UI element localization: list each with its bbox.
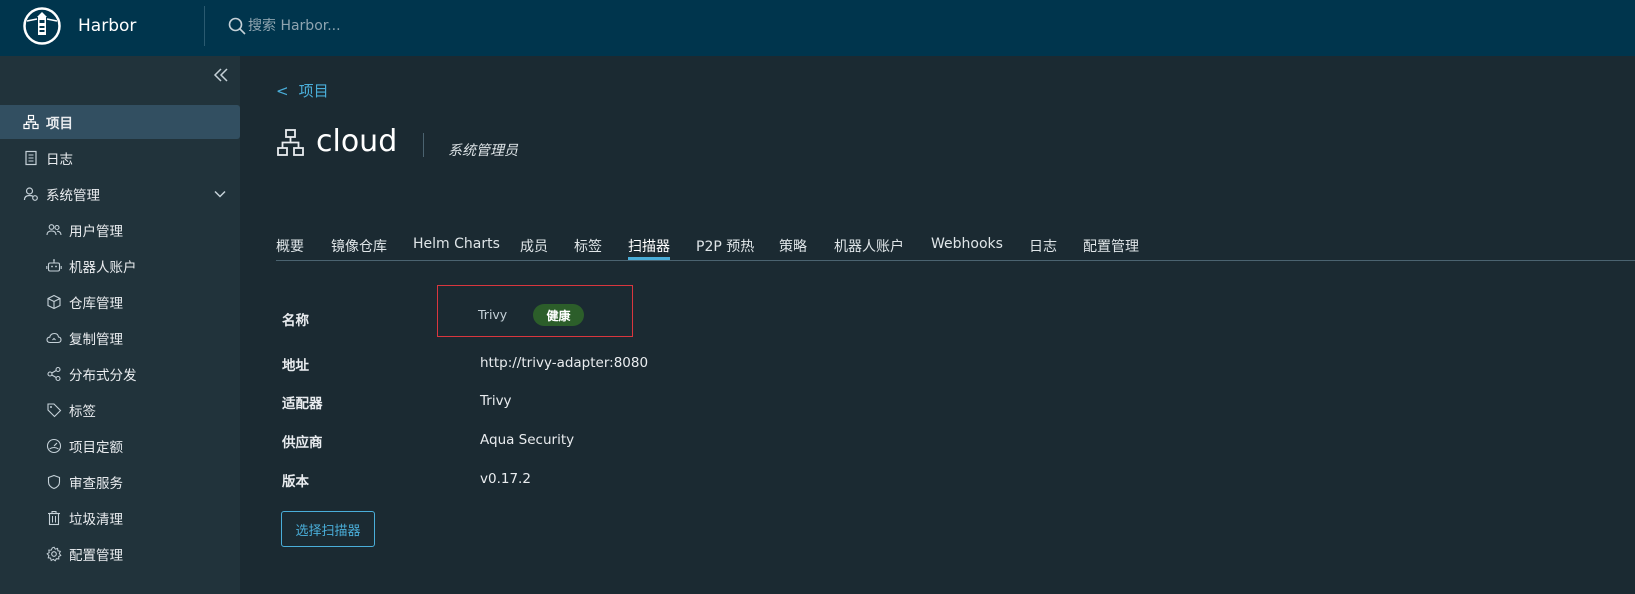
chevron-left-icon: < [276, 82, 289, 100]
tab-p2p-preheat[interactable]: P2P 预热 [696, 236, 754, 256]
project-icon [277, 129, 304, 156]
name-label: 名称 [282, 313, 309, 329]
sidebar-item-label: 用户管理 [69, 224, 123, 240]
sidebar-item-administration[interactable]: 系统管理 [0, 177, 240, 211]
sidebar-item-label: 系统管理 [46, 188, 100, 204]
role-label: 系统管理员 [448, 143, 518, 159]
sidebar-item-robot-accounts[interactable]: 机器人账户 [0, 249, 240, 283]
shield-icon [47, 474, 61, 490]
tab-labels[interactable]: 标签 [574, 236, 602, 256]
gauge-icon [46, 438, 62, 454]
tab-logs[interactable]: 日志 [1029, 236, 1057, 256]
vendor-label: 供应商 [282, 435, 323, 451]
tab-members[interactable]: 成员 [520, 236, 548, 256]
back-link-label: 项目 [298, 82, 329, 100]
brand-name: Harbor [78, 16, 137, 36]
tab-summary[interactable]: 概要 [276, 236, 304, 256]
app-header: Harbor [0, 0, 1635, 56]
sidebar-item-label: 项目 [46, 116, 73, 132]
adapter-label: 适配器 [282, 396, 323, 412]
scanner-name: Trivy [478, 307, 508, 322]
sidebar-item-label: 仓库管理 [69, 296, 123, 312]
sidebar-item-label: 配置管理 [69, 548, 123, 564]
tab-robot-accounts[interactable]: 机器人账户 [834, 236, 904, 256]
sidebar-item-label: 机器人账户 [69, 260, 137, 276]
gear-icon [46, 546, 62, 562]
share-icon [47, 366, 61, 382]
health-status-badge: 健康 [533, 304, 584, 326]
tab-configuration[interactable]: 配置管理 [1083, 236, 1139, 256]
back-to-projects-link[interactable]: < 项目 [276, 80, 329, 101]
sidebar-item-label: 分布式分发 [69, 368, 137, 384]
sidebar-item-distributions[interactable]: 分布式分发 [0, 357, 240, 391]
robot-icon [46, 259, 62, 272]
page-title: cloud [316, 124, 398, 159]
sidebar-item-label: 复制管理 [69, 332, 123, 348]
chevron-down-icon[interactable] [213, 187, 227, 201]
search-input[interactable] [248, 15, 508, 37]
admin-icon [23, 187, 38, 201]
sidebar-item-label: 审查服务 [69, 476, 123, 492]
sidebar-item-interrogation-services[interactable]: 审查服务 [0, 465, 240, 499]
select-scanner-button[interactable]: 选择扫描器 [281, 511, 375, 547]
sidebar-item-label: 项目定额 [69, 440, 123, 456]
sidebar-item-label: 垃圾清理 [69, 512, 123, 528]
search-icon[interactable] [227, 16, 247, 36]
sidebar-item-label: 标签 [69, 404, 96, 420]
project-icon [23, 114, 39, 130]
tab-webhooks[interactable]: Webhooks [931, 236, 1003, 252]
sidebar-item-configuration[interactable]: 配置管理 [0, 537, 240, 571]
version-label: 版本 [282, 474, 309, 490]
project-tabs: 概要 镜像仓库 Helm Charts 成员 标签 扫描器 P2P 预热 策略 … [276, 225, 1635, 261]
tab-repositories[interactable]: 镜像仓库 [331, 236, 387, 256]
sidebar-item-logs[interactable]: 日志 [0, 141, 240, 175]
address-label: 地址 [282, 358, 309, 374]
vendor-value: Aqua Security [480, 432, 575, 448]
sidebar-item-garbage-collection[interactable]: 垃圾清理 [0, 501, 240, 535]
harbor-logo-icon[interactable] [23, 7, 61, 45]
address-value: http://trivy-adapter:8080 [480, 355, 649, 371]
sidebar-item-project-quotas[interactable]: 项目定额 [0, 429, 240, 463]
trash-icon [48, 511, 60, 526]
sidebar-item-replications[interactable]: 复制管理 [0, 321, 240, 355]
users-icon [46, 224, 62, 236]
sidebar-item-projects[interactable]: 项目 [0, 105, 240, 139]
sidebar-item-registries[interactable]: 仓库管理 [0, 285, 240, 319]
tag-icon [47, 403, 62, 418]
title-divider [423, 133, 424, 157]
active-tab-indicator [628, 257, 670, 260]
sidebar: 项目 日志 系统管理 用户管理 机器人账户 仓库管理 复制管理 分布式分发 标签… [0, 56, 240, 594]
cloud-icon [46, 332, 62, 344]
sidebar-item-labels[interactable]: 标签 [0, 393, 240, 427]
box-icon [47, 294, 61, 310]
collapse-sidebar-icon[interactable] [212, 66, 230, 84]
sidebar-item-label: 日志 [46, 152, 73, 168]
tab-policy[interactable]: 策略 [779, 236, 807, 256]
header-divider [204, 6, 205, 46]
adapter-value: Trivy [480, 393, 512, 409]
tab-scanner[interactable]: 扫描器 [628, 236, 670, 256]
sidebar-item-users[interactable]: 用户管理 [0, 213, 240, 247]
log-icon [25, 150, 37, 166]
version-value: v0.17.2 [480, 471, 531, 487]
tab-helm-charts[interactable]: Helm Charts [413, 236, 500, 252]
